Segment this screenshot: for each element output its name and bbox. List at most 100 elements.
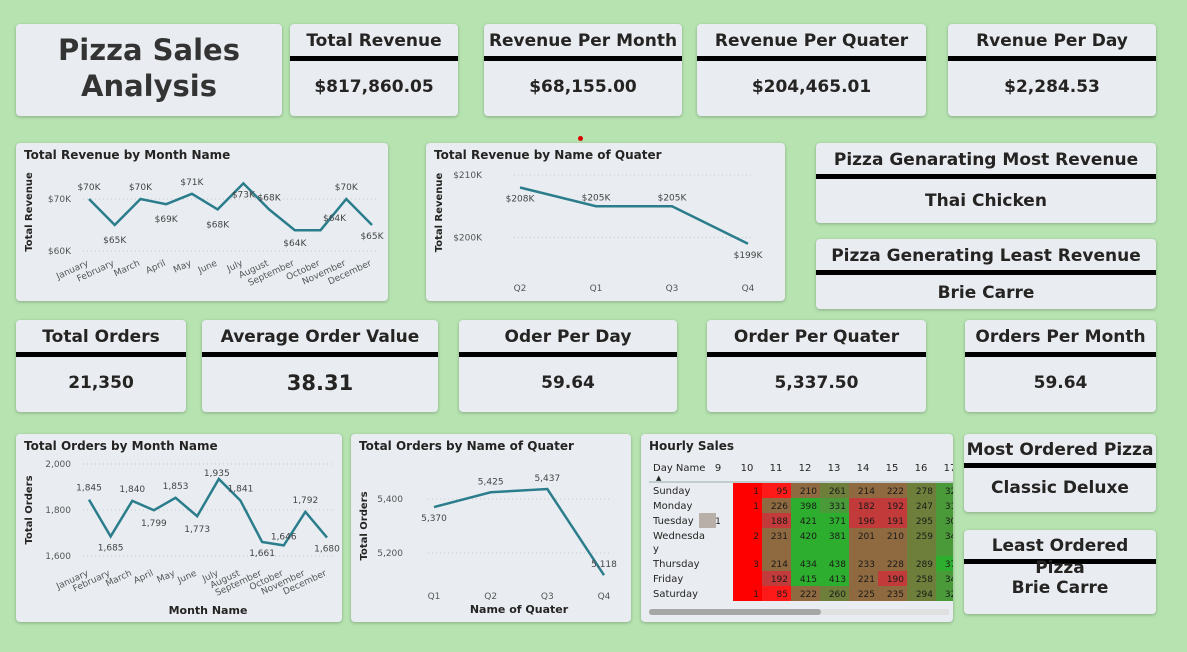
heat-cell-value: 182 xyxy=(858,502,875,512)
heat-cell-value: 214 xyxy=(771,560,788,570)
heat-cell-value: 421 xyxy=(800,517,817,527)
x-tick-label: June xyxy=(196,258,219,276)
heat-cell-value: 1 xyxy=(753,590,759,600)
heat-cell-value: 2 xyxy=(753,532,759,542)
x-tick-label: May xyxy=(156,568,178,585)
kpi-average-order-value[interactable]: Average Order Value 38.31 xyxy=(202,320,438,412)
kpi-revenue-per-month[interactable]: Revenue Per Month $68,155.00 xyxy=(484,24,682,116)
heat-cell-value: 228 xyxy=(887,560,904,570)
kpi-value: $68,155.00 xyxy=(529,77,637,97)
heat-cell-value: 398 xyxy=(800,502,817,512)
table-col-header: 12 xyxy=(799,463,812,474)
kpi-label: Average Order Value xyxy=(220,327,420,347)
dashboard-title-line1: Pizza Sales xyxy=(58,33,240,67)
x-tick-label: Q2 xyxy=(484,592,497,602)
table-col-header: 13 xyxy=(828,463,841,474)
kpi-total-orders[interactable]: Total Orders 21,350 xyxy=(16,320,186,412)
card-value: Brie Carre xyxy=(937,283,1035,303)
kpi-order-per-day[interactable]: Oder Per Day 59.64 xyxy=(459,320,677,412)
kpi-label: Orders Per Month xyxy=(975,327,1146,347)
data-label: $64K xyxy=(323,214,347,224)
table-col-header: 9 xyxy=(715,463,721,474)
kpi-value: $2,284.53 xyxy=(1004,77,1100,97)
heat-cell-value: 376 xyxy=(945,560,953,570)
y-tick-label: $210K xyxy=(453,171,483,181)
data-label: 1,841 xyxy=(228,485,254,495)
heat-cell-value: 295 xyxy=(916,517,933,527)
orders-by-month-svg: Total Orders 2,000 1,800 1,600 1,845 1,685 1,8… xyxy=(24,460,340,617)
y-axis-label: Total Revenue xyxy=(24,172,35,252)
heat-cell-value: 221 xyxy=(858,575,875,585)
heat-cell-value: 225 xyxy=(858,590,875,600)
hourly-sales-table[interactable]: Hourly Sales Day Name▲91011121314151617S… xyxy=(641,434,953,622)
pizza-least-revenue-card[interactable]: Pizza Generating Least Revenue Brie Carr… xyxy=(816,239,1156,309)
kpi-total-revenue[interactable]: Total Revenue $817,860.05 xyxy=(290,24,458,116)
data-label: 5,425 xyxy=(478,477,504,487)
least-ordered-pizza-card[interactable]: Least Ordered Pizza Brie Carre xyxy=(964,530,1156,614)
x-tick-label: Q4 xyxy=(598,592,611,602)
heat-cell-value: 309 xyxy=(945,517,953,527)
table-col-header: 11 xyxy=(770,463,783,474)
data-label: 1,661 xyxy=(249,549,275,559)
heat-cell-value: 289 xyxy=(916,560,933,570)
pizza-most-revenue-card[interactable]: Pizza Genarating Most Revenue Thai Chick… xyxy=(816,143,1156,223)
data-label: $69K xyxy=(155,215,179,225)
revenue-by-month-svg: Total Revenue $70K $60K $70K $65K $70K $69K $71… xyxy=(24,172,385,289)
kpi-divider xyxy=(948,56,1156,61)
y-axis-label: Total Orders xyxy=(359,491,370,560)
x-tick-label: April xyxy=(145,259,168,277)
data-label: 1,685 xyxy=(98,543,124,553)
heat-cell-value: 294 xyxy=(916,590,933,600)
y-tick-label: 2,000 xyxy=(45,460,71,470)
chart-revenue-by-month[interactable]: Total Revenue by Month Name Total Revenu… xyxy=(16,143,388,301)
data-label: $208K xyxy=(506,195,536,205)
heat-cell-value: 95 xyxy=(777,487,788,497)
heat-cell-value: 325 xyxy=(945,590,953,600)
heat-cell-value: 415 xyxy=(800,575,817,585)
kpi-divider xyxy=(484,56,682,61)
data-label: $70K xyxy=(335,183,359,193)
kpi-revenue-per-quarter[interactable]: Revenue Per Quater $204,465.01 xyxy=(697,24,926,116)
data-label: $70K xyxy=(129,183,153,193)
heat-cell-value: 192 xyxy=(887,502,904,512)
kpi-revenue-per-day[interactable]: Rvenue Per Day $2,284.53 xyxy=(948,24,1156,116)
data-label: 5,437 xyxy=(534,474,560,484)
kpi-value: 5,337.50 xyxy=(774,373,859,393)
data-label: 1,935 xyxy=(204,469,230,479)
chart-revenue-by-quarter[interactable]: Total Revenue by Name of Quater Total Re… xyxy=(426,143,785,301)
table-header-day: Day Name xyxy=(653,463,705,474)
hourly-sales-svg: Day Name▲91011121314151617Sunday19521026… xyxy=(649,463,953,615)
chart-orders-by-quarter[interactable]: Total Orders by Name of Quater Total Ord… xyxy=(351,434,631,622)
kpi-label: Order Per Quater xyxy=(733,327,900,347)
heat-cell-value: 214 xyxy=(858,487,875,497)
data-label: 5,370 xyxy=(421,514,447,524)
heat-cell-value: 413 xyxy=(829,575,846,585)
heat-cell-value: 343 xyxy=(945,532,953,542)
heat-cell-value: 322 xyxy=(945,487,953,497)
kpi-divider xyxy=(697,56,926,61)
kpi-divider xyxy=(459,352,677,357)
heat-cell-value: 261 xyxy=(829,487,846,497)
y-tick-label: 5,400 xyxy=(377,495,403,505)
heat-cell-value: 196 xyxy=(858,517,875,527)
table-col-header: 17 xyxy=(944,463,953,474)
card-divider xyxy=(816,270,1156,275)
data-label: $71K xyxy=(180,178,204,188)
heat-cell-value: 222 xyxy=(887,487,904,497)
kpi-order-per-quarter[interactable]: Order Per Quater 5,337.50 xyxy=(707,320,926,412)
kpi-divider xyxy=(965,352,1156,357)
y-tick-label: 5,200 xyxy=(377,549,403,559)
heat-cell-value: 258 xyxy=(916,575,933,585)
card-label: Pizza Generating Least Revenue xyxy=(831,246,1141,266)
table-row-day: Thursday xyxy=(652,559,700,570)
kpi-value: $817,860.05 xyxy=(314,77,434,97)
heat-cell-value: 260 xyxy=(829,590,846,600)
kpi-value: 38.31 xyxy=(286,371,354,395)
dashboard-title-line2: Analysis xyxy=(81,69,217,103)
x-axis-label: Month Name xyxy=(169,604,248,617)
most-ordered-pizza-card[interactable]: Most Ordered Pizza Classic Deluxe xyxy=(964,434,1156,512)
kpi-orders-per-month[interactable]: Orders Per Month 59.64 xyxy=(965,320,1156,412)
chart-orders-by-month[interactable]: Total Orders by Month Name Total Orders 2… xyxy=(16,434,342,622)
heat-cell-value: 85 xyxy=(777,590,788,600)
y-tick-label: $60K xyxy=(48,247,72,257)
